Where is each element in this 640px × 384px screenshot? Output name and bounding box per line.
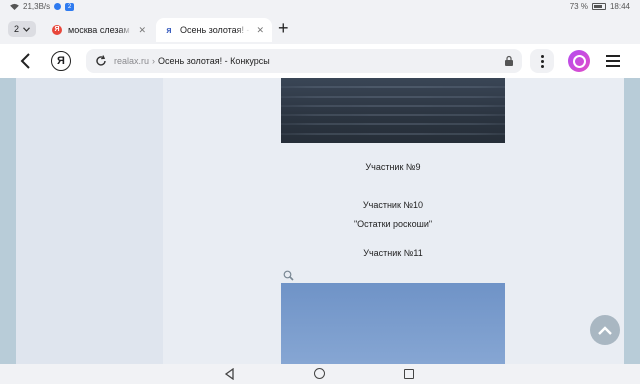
dot xyxy=(540,54,544,58)
tab-label: москва слезам не верит xyxy=(68,25,132,35)
more-menu-button[interactable] xyxy=(530,49,554,73)
url-separator: › xyxy=(152,56,156,66)
yandex-blue-icon: я xyxy=(166,25,172,35)
url-domain: realax.ru xyxy=(114,56,150,66)
yandex-logo-button[interactable]: Я xyxy=(51,51,71,71)
participant-caption: Участник №11 xyxy=(363,248,423,258)
left-column xyxy=(16,78,163,364)
system-home-icon[interactable] xyxy=(314,368,325,379)
tab-moscow[interactable]: Я москва слезам не верит ✕ xyxy=(44,18,154,42)
contest-photo-sky[interactable] xyxy=(281,283,505,364)
close-icon[interactable]: ✕ xyxy=(256,25,264,36)
tab-bar: 2 Я москва слезам не верит ✕ я Осень зол… xyxy=(0,14,640,44)
status-bar: 21,3B/s 2 73 % 18:44 xyxy=(0,0,640,14)
tab-label: Осень золотая! - Конкурсы xyxy=(180,25,250,35)
system-recents-icon[interactable] xyxy=(404,369,414,379)
chevron-up-icon xyxy=(598,326,612,335)
tab-autumn-contest[interactable]: я Осень золотая! - Конкурсы ✕ xyxy=(156,18,272,42)
system-nav-bar xyxy=(0,364,640,384)
clock: 18:44 xyxy=(609,2,630,11)
participant-caption: Участник №10 xyxy=(362,200,424,210)
network-speed: 21,3B/s xyxy=(23,2,51,11)
chevron-down-icon xyxy=(23,26,30,32)
photo-title: "Остатки роскоши" xyxy=(353,219,433,229)
wifi-icon xyxy=(10,3,19,10)
dot xyxy=(540,59,544,63)
web-page: Участник №9 Участник №10 "Остатки роскош… xyxy=(0,78,640,364)
alice-assistant-icon[interactable] xyxy=(568,50,590,72)
battery-percent: 73 % xyxy=(569,2,588,11)
scroll-to-top-button[interactable] xyxy=(590,315,620,345)
new-tab-button[interactable]: + xyxy=(278,19,289,37)
back-arrow-icon[interactable] xyxy=(16,51,36,71)
close-icon[interactable]: ✕ xyxy=(138,25,146,36)
tab-switcher-button[interactable]: 2 xyxy=(8,21,36,37)
address-bar[interactable]: realax.ru › Осень золотая! - Конкурсы xyxy=(86,49,522,73)
battery-icon xyxy=(591,3,606,10)
page-title: Осень золотая! - Конкурсы xyxy=(158,56,270,66)
notification-badge: 2 xyxy=(65,2,75,11)
notification-dot-icon xyxy=(54,3,62,10)
dot xyxy=(540,64,544,68)
browser-toolbar: Я realax.ru › Осень золотая! - Конкурсы xyxy=(0,44,640,78)
participant-caption: Участник №9 xyxy=(365,162,421,172)
tab-count: 2 xyxy=(13,24,19,34)
hamburger-menu-icon[interactable] xyxy=(606,55,620,67)
lock-icon[interactable] xyxy=(504,55,514,67)
system-back-icon[interactable] xyxy=(224,368,235,380)
yandex-red-icon: Я xyxy=(52,25,62,35)
reload-icon[interactable] xyxy=(94,54,108,68)
contest-photo-water[interactable] xyxy=(281,78,505,143)
magnifier-icon[interactable] xyxy=(283,270,294,281)
